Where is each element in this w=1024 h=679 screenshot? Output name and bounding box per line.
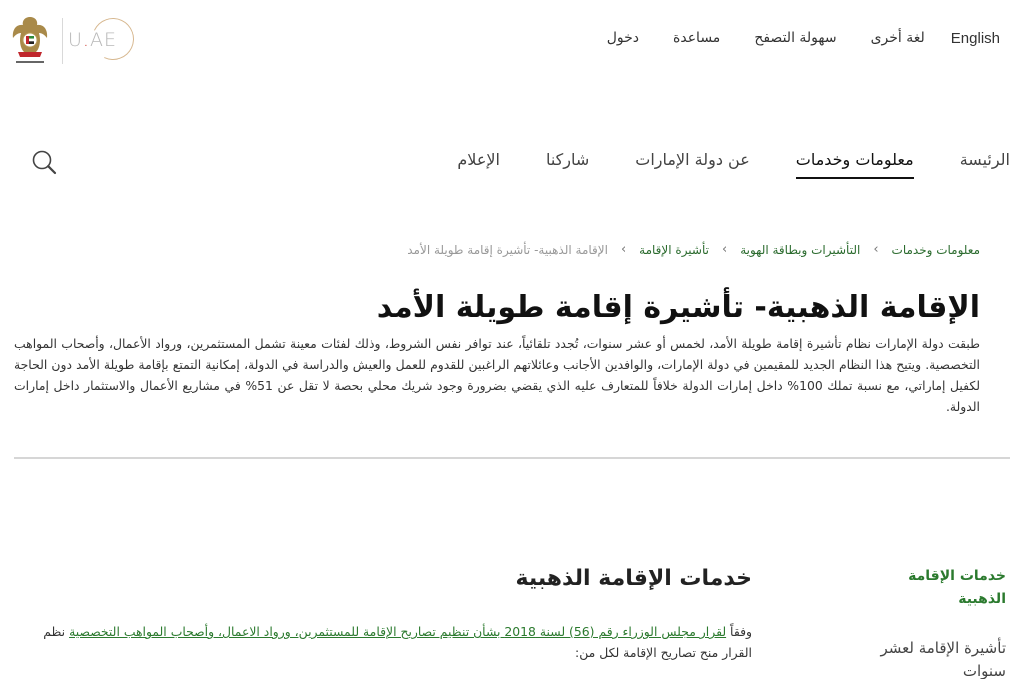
- side-menu-item[interactable]: تأشيرة الإقامة لعشر سنوات: [866, 637, 1006, 679]
- chevron-left-icon: ›: [721, 242, 728, 257]
- breadcrumb-item[interactable]: التأشيرات وبطاقة الهوية: [740, 243, 860, 257]
- section-body: وفقاً لقرار مجلس الوزراء رقم (56) لسنة 2…: [14, 621, 752, 663]
- section-prefix: وفقاً: [726, 624, 752, 639]
- login-link[interactable]: دخول: [607, 30, 639, 47]
- help-link[interactable]: مساعدة: [673, 30, 720, 47]
- breadcrumb-item[interactable]: تأشيرة الإقامة: [639, 243, 709, 257]
- chevron-left-icon: ›: [620, 242, 627, 257]
- section-divider: [14, 457, 1010, 459]
- section-title: خدمات الإقامة الذهبية: [515, 566, 753, 591]
- side-menu-title[interactable]: خدمات الإقامة الذهبية: [866, 565, 1006, 611]
- accessibility-link[interactable]: سهولة التصفح: [754, 30, 836, 47]
- top-bar: U.AE English لغة أخرى سهولة التصفح مساعد…: [0, 0, 1024, 82]
- logo-divider: [62, 18, 63, 64]
- search-button[interactable]: [30, 148, 60, 178]
- breadcrumb-item[interactable]: معلومات وخدمات: [892, 243, 980, 257]
- cabinet-resolution-link[interactable]: لقرار مجلس الوزراء رقم (56) لسنة 2018 بش…: [69, 624, 726, 639]
- utility-nav: English لغة أخرى سهولة التصفح مساعدة دخو…: [573, 30, 1000, 47]
- nav-media[interactable]: الإعلام: [457, 150, 500, 179]
- page-title: الإقامة الذهبية- تأشيرة إقامة طويلة الأم…: [376, 290, 980, 325]
- nav-information-services[interactable]: معلومات وخدمات: [795, 150, 914, 179]
- breadcrumb: معلومات وخدمات › التأشيرات وبطاقة الهوية…: [407, 242, 980, 257]
- logo-ring-icon: [86, 12, 140, 66]
- uae-logo[interactable]: U.AE: [10, 12, 140, 68]
- chevron-left-icon: ›: [873, 242, 879, 257]
- search-icon: [32, 150, 57, 175]
- other-language-link[interactable]: لغة أخرى: [871, 30, 925, 47]
- nav-about-uae[interactable]: عن دولة الإمارات: [635, 150, 749, 179]
- main-nav: الرئيسة معلومات وخدمات عن دولة الإمارات …: [411, 150, 1010, 179]
- breadcrumb-current: الإقامة الذهبية- تأشيرة إقامة طويلة الأم…: [407, 242, 608, 257]
- uae-emblem-icon: [12, 17, 48, 63]
- nav-home[interactable]: الرئيسة: [960, 150, 1010, 179]
- intro-paragraph: طبقت دولة الإمارات نظام تأشيرة إقامة طوي…: [14, 336, 981, 414]
- side-menu: خدمات الإقامة الذهبية تأشيرة الإقامة لعش…: [866, 565, 1006, 679]
- english-language-link[interactable]: English: [951, 30, 1000, 47]
- nav-participate[interactable]: شاركنا: [546, 150, 589, 179]
